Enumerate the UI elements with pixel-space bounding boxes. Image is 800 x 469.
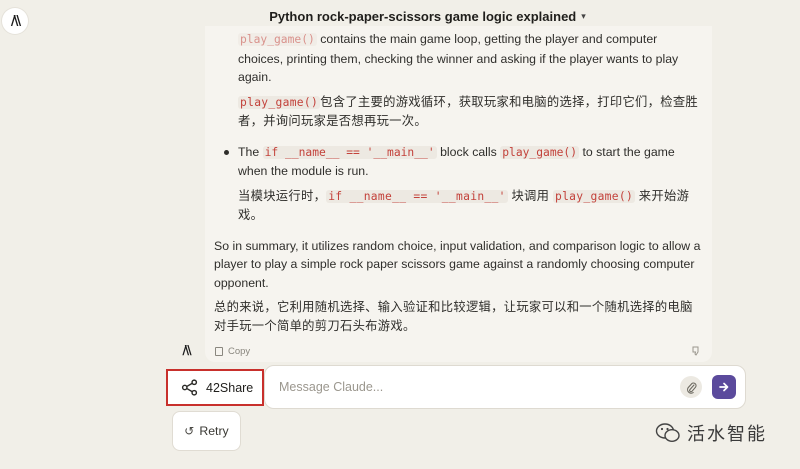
claude-avatar: /\\: [182, 343, 191, 357]
copy-icon: [215, 346, 223, 356]
share-icon: [181, 379, 198, 396]
bullet-text: block calls: [436, 144, 501, 159]
inline-code: play_game(): [552, 189, 636, 203]
summary-en: So in summary, it utilizes random choice…: [214, 238, 701, 290]
inline-code: if __name__ == '__main__': [262, 145, 437, 159]
chevron-down-icon[interactable]: ▾: [581, 11, 586, 22]
copy-button[interactable]: Copy: [215, 346, 250, 357]
watermark-text: 活水智能: [687, 424, 767, 445]
bullet-main-block-en: The if __name__ == '__main__' block call…: [214, 143, 704, 181]
share-button[interactable]: 42Share: [166, 369, 264, 406]
paperclip-icon: [686, 382, 697, 394]
message-footer: Copy: [205, 340, 712, 362]
bullet-text: 块调用: [507, 188, 553, 203]
retry-icon: ↺: [184, 424, 195, 438]
share-label: 42Share: [206, 380, 254, 395]
bullet-play-game-en: play_game() contains the main game loop,…: [214, 30, 704, 87]
inline-code: play_game(): [238, 95, 321, 109]
wechat-icon: [655, 423, 680, 443]
bullet-main-block-zh: 当模块运行时， if __name__ == '__main__' 块调用 pla…: [214, 187, 704, 225]
inline-code: play_game(): [500, 145, 580, 159]
bullet-text: 当模块运行时，: [238, 188, 327, 203]
copy-label: Copy: [228, 345, 251, 357]
bullet-text: The: [238, 144, 263, 159]
inline-code: if __name__ == '__main__': [326, 189, 508, 203]
watermark: 活水智能: [655, 420, 795, 446]
send-button[interactable]: [712, 375, 736, 399]
message-body: play_game() contains the main game loop,…: [214, 26, 704, 341]
thumbs-down-icon[interactable]: [692, 346, 702, 356]
retry-label: Retry: [199, 424, 229, 438]
message-input[interactable]: [279, 380, 680, 394]
send-arrow-icon: [719, 382, 729, 392]
attach-button[interactable]: [680, 376, 702, 398]
bullet-play-game-zh: play_game() 包含了主要的游戏循环，获取玩家和电脑的选择，打印它们，检查…: [214, 93, 704, 131]
conversation-title[interactable]: Python rock-paper-scissors game logic ex…: [214, 9, 576, 24]
message-composer: [264, 365, 746, 409]
assistant-message: play_game() contains the main game loop,…: [205, 26, 712, 362]
bullet-dot: [224, 149, 229, 155]
retry-button[interactable]: ↺ Retry: [172, 411, 241, 451]
summary-zh: 总的来说，它利用随机选择、输入验证和比较逻辑，让玩家可以和一个随机选择的电脑对手…: [214, 300, 693, 333]
inline-code: play_game(): [238, 33, 317, 46]
